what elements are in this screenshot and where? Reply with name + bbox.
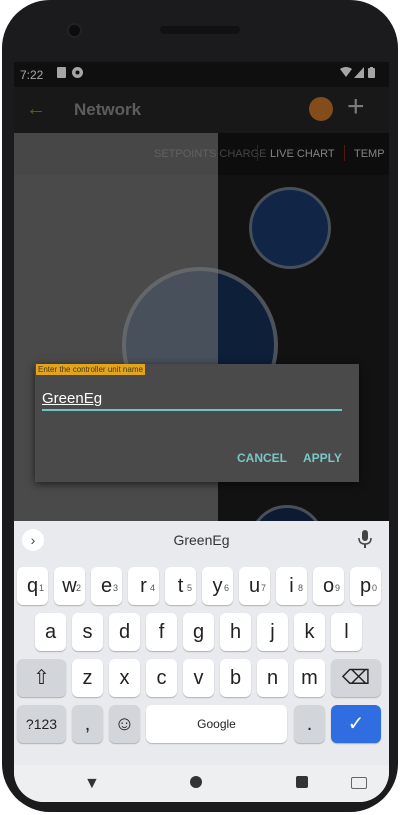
key-k[interactable]: k bbox=[294, 613, 325, 651]
key-d[interactable]: d bbox=[109, 613, 140, 651]
front-camera bbox=[69, 25, 80, 36]
symbols-key[interactable]: ?123 bbox=[17, 705, 66, 743]
key-g[interactable]: g bbox=[183, 613, 214, 651]
key-z[interactable]: z bbox=[72, 659, 103, 697]
key-h[interactable]: h bbox=[220, 613, 251, 651]
key-n[interactable]: n bbox=[257, 659, 288, 697]
key-q[interactable]: q1 bbox=[17, 567, 48, 605]
enter-key[interactable]: ✓ bbox=[331, 705, 381, 743]
system-nav-bar: ▼ bbox=[14, 765, 389, 802]
space-bar[interactable]: Google bbox=[146, 705, 287, 743]
phone-frame: 7:22 ← Network + CHARGE LIVE CHART TEMP … bbox=[0, 0, 400, 815]
nav-back-icon[interactable]: ▼ bbox=[84, 775, 100, 793]
key-j[interactable]: j bbox=[257, 613, 288, 651]
key-s[interactable]: s bbox=[72, 613, 103, 651]
keyboard-switch-icon[interactable] bbox=[351, 777, 367, 789]
comma-key[interactable]: , bbox=[72, 705, 103, 743]
emoji-key[interactable]: ☺ bbox=[109, 705, 140, 743]
soft-keyboard: › GreenEg q1 w2 e3 r4 t5 y6 u7 i8 o9 p0 bbox=[14, 521, 389, 802]
screen: 7:22 ← Network + CHARGE LIVE CHART TEMP … bbox=[14, 62, 389, 802]
device-bezel: 7:22 ← Network + CHARGE LIVE CHART TEMP … bbox=[2, 0, 398, 812]
key-a[interactable]: a bbox=[35, 613, 66, 651]
key-m[interactable]: m bbox=[294, 659, 325, 697]
key-x[interactable]: x bbox=[109, 659, 140, 697]
earpiece-speaker bbox=[160, 26, 240, 34]
key-r[interactable]: r4 bbox=[128, 567, 159, 605]
key-v[interactable]: v bbox=[183, 659, 214, 697]
key-e[interactable]: e3 bbox=[91, 567, 122, 605]
key-l[interactable]: l bbox=[331, 613, 362, 651]
key-f[interactable]: f bbox=[146, 613, 177, 651]
shift-key[interactable]: ⇧ bbox=[17, 659, 66, 697]
key-p[interactable]: p0 bbox=[350, 567, 381, 605]
microphone-icon[interactable] bbox=[358, 530, 372, 548]
controller-name-value: GreenEg bbox=[42, 390, 103, 407]
period-key[interactable]: . bbox=[294, 705, 325, 743]
apply-button[interactable]: APPLY bbox=[303, 451, 342, 465]
key-c[interactable]: c bbox=[146, 659, 177, 697]
key-i[interactable]: i8 bbox=[276, 567, 307, 605]
key-t[interactable]: t5 bbox=[165, 567, 196, 605]
suggestion-word[interactable]: GreenEg bbox=[14, 532, 389, 548]
controller-name-input[interactable]: GreenEg bbox=[42, 387, 342, 411]
key-w[interactable]: w2 bbox=[54, 567, 85, 605]
suggestion-strip: › GreenEg bbox=[14, 521, 389, 558]
nav-recents-icon[interactable] bbox=[296, 776, 308, 788]
backspace-key[interactable]: ⌫ bbox=[331, 659, 381, 697]
key-y[interactable]: y6 bbox=[202, 567, 233, 605]
key-b[interactable]: b bbox=[220, 659, 251, 697]
dialog-prompt-label: Enter the controller unit name bbox=[36, 364, 145, 375]
nav-home-icon[interactable] bbox=[190, 776, 202, 788]
key-o[interactable]: o9 bbox=[313, 567, 344, 605]
key-u[interactable]: u7 bbox=[239, 567, 270, 605]
rename-dialog: Enter the controller unit name GreenEg C… bbox=[35, 364, 359, 482]
cancel-button[interactable]: CANCEL bbox=[237, 451, 287, 465]
